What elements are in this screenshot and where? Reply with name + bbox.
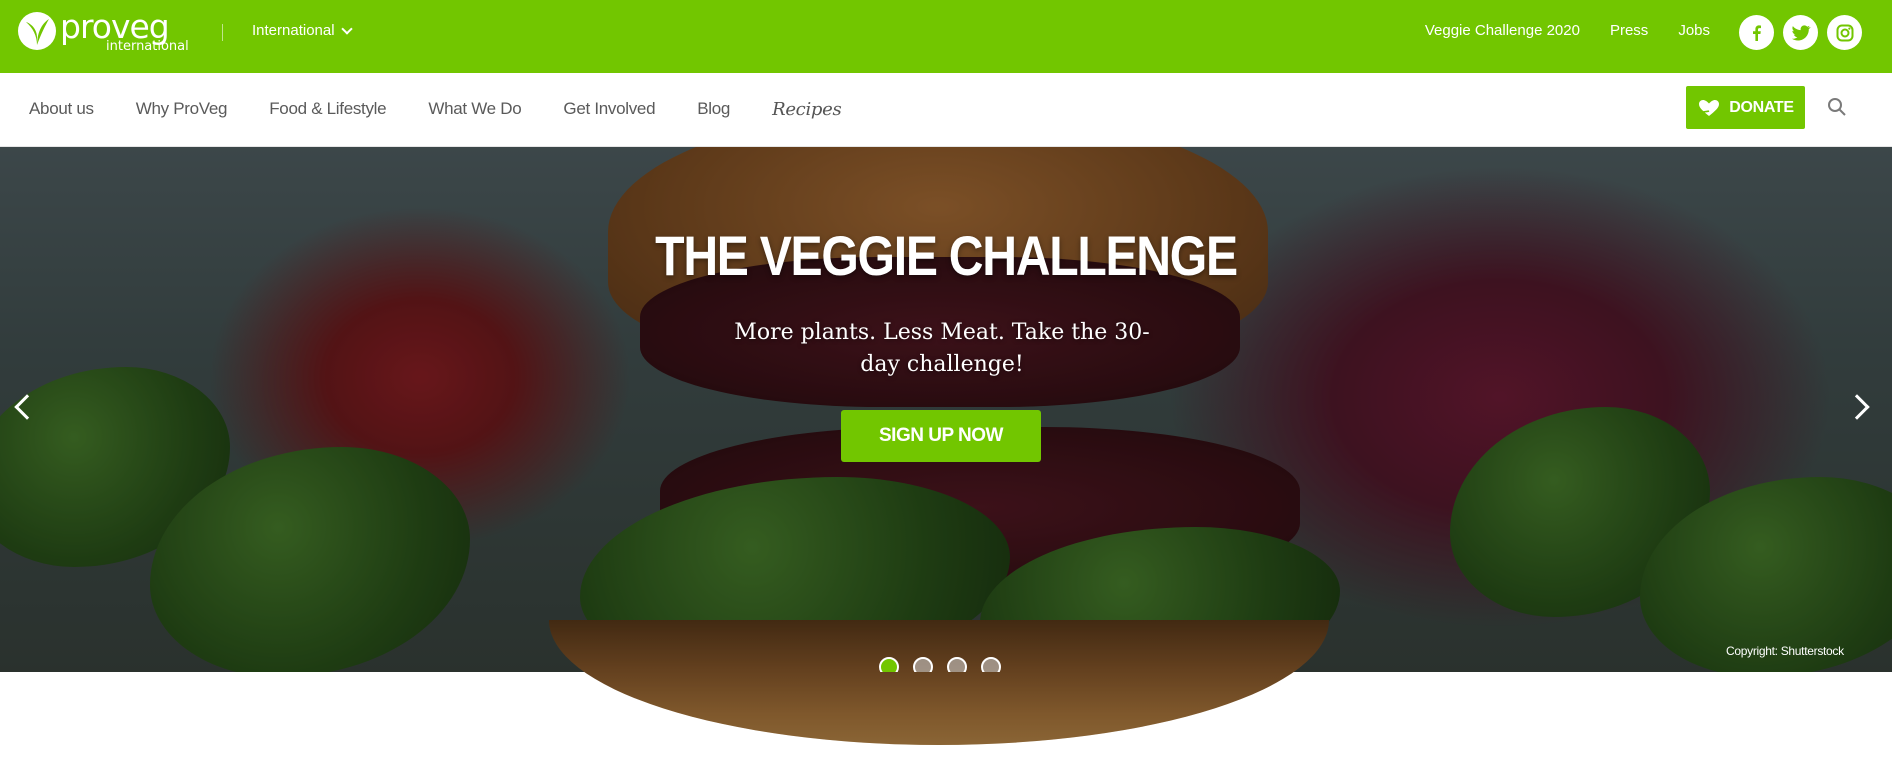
nav-item-about-us[interactable]: About us bbox=[29, 99, 94, 120]
top-link-veggie-challenge[interactable]: Veggie Challenge 2020 bbox=[1425, 22, 1580, 39]
nav-links: About us Why ProVeg Food & Lifestyle Wha… bbox=[29, 99, 842, 120]
hero-slider: THE VEGGIE CHALLENGE More plants. Less M… bbox=[0, 147, 1892, 672]
nav-item-get-involved[interactable]: Get Involved bbox=[563, 99, 655, 120]
logo-leaf-icon bbox=[18, 12, 56, 50]
nav-item-recipes[interactable]: Recipes bbox=[772, 99, 842, 120]
slider-dot[interactable] bbox=[913, 657, 933, 672]
region-label: International bbox=[252, 22, 335, 39]
top-links: Veggie Challenge 2020 Press Jobs bbox=[1425, 22, 1710, 39]
main-nav: About us Why ProVeg Food & Lifestyle Wha… bbox=[0, 73, 1892, 147]
logo-subtitle: international bbox=[106, 38, 189, 54]
search-icon[interactable] bbox=[1827, 97, 1847, 122]
nav-item-food-lifestyle[interactable]: Food & Lifestyle bbox=[269, 99, 386, 120]
top-link-jobs[interactable]: Jobs bbox=[1678, 22, 1710, 39]
slider-dots bbox=[879, 657, 1001, 672]
instagram-icon[interactable] bbox=[1827, 15, 1862, 50]
top-bar: proveg international International Veggi… bbox=[0, 0, 1892, 73]
chevron-down-icon bbox=[340, 22, 353, 35]
hero-subtitle: More plants. Less Meat. Take the 30-day … bbox=[734, 320, 1150, 377]
sign-up-button[interactable]: SIGN UP NOW bbox=[841, 410, 1041, 462]
hero-image-bun-bottom bbox=[549, 620, 1329, 745]
nav-item-why-proveg[interactable]: Why ProVeg bbox=[136, 99, 228, 120]
nav-item-blog[interactable]: Blog bbox=[697, 99, 730, 120]
donate-label: DONATE bbox=[1729, 98, 1794, 116]
social-links bbox=[1739, 15, 1862, 50]
image-credit: Copyright: Shutterstock bbox=[1726, 644, 1844, 658]
nav-item-what-we-do[interactable]: What We Do bbox=[428, 99, 521, 120]
hero-title: THE VEGGIE CHALLENGE bbox=[655, 224, 1238, 287]
logo[interactable]: proveg international bbox=[18, 9, 189, 53]
logo-wordmark: proveg bbox=[60, 6, 170, 46]
slider-dot[interactable] bbox=[947, 657, 967, 672]
divider bbox=[222, 24, 223, 41]
top-link-press[interactable]: Press bbox=[1610, 22, 1648, 39]
slider-dot[interactable] bbox=[981, 657, 1001, 672]
slider-dot[interactable] bbox=[879, 657, 899, 672]
heart-hand-icon bbox=[1699, 99, 1720, 116]
region-selector[interactable]: International bbox=[252, 22, 353, 39]
twitter-icon[interactable] bbox=[1783, 15, 1818, 50]
facebook-icon[interactable] bbox=[1739, 15, 1774, 50]
donate-button[interactable]: DONATE bbox=[1686, 86, 1805, 129]
